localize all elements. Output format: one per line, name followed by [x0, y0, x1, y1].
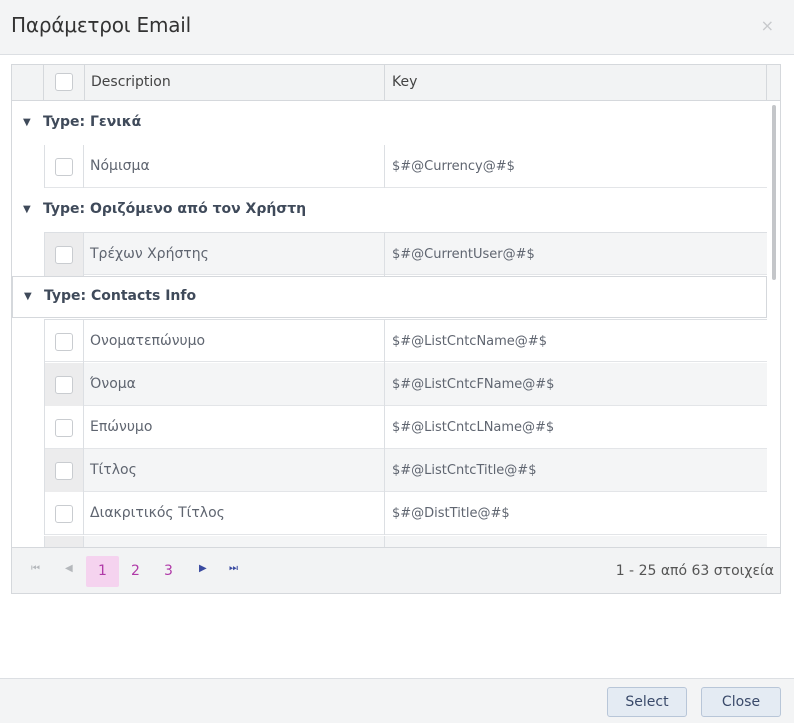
row-description: Διακριτικός Τίτλος [90, 505, 225, 521]
row-key: $#@ListCntcFName@#$ [392, 377, 555, 392]
page-button-2[interactable]: 2 [119, 556, 152, 587]
row-key: $#@DistTitle@#$ [392, 506, 510, 521]
pager-info: 1 - 25 από 63 στοιχεία [615, 563, 774, 579]
pager: ⏮ ◀ 1 2 3 ▶ ⏭ 1 - 25 από 63 στοιχεία [12, 547, 780, 593]
table-row[interactable] [44, 536, 767, 547]
parameters-grid: Description Key ▼ Type: Γενικά Νόμισμα $… [11, 64, 781, 594]
prev-page-icon[interactable]: ◀ [65, 563, 73, 574]
row-description: Επώνυμο [90, 419, 153, 435]
table-row[interactable]: Όνομα $#@ListCntcFName@#$ [44, 363, 767, 406]
last-page-icon[interactable]: ⏭ [229, 563, 238, 574]
group-label: Type: Γενικά [43, 114, 142, 130]
row-description: Τίτλος [90, 462, 137, 478]
dialog-title: Παράμετροι Email [11, 13, 192, 37]
row-key: $#@ListCntcName@#$ [392, 334, 547, 349]
cell-separator [384, 492, 385, 535]
row-description: Ονοματεπώνυμο [90, 333, 206, 349]
page-button-3[interactable]: 3 [152, 556, 185, 587]
row-checkbox[interactable] [55, 376, 73, 394]
row-checkbox-cell [44, 449, 84, 492]
dialog-titlebar: Παράμετροι Email × [0, 0, 794, 55]
header-separator [84, 65, 85, 100]
row-checkbox[interactable] [55, 333, 73, 351]
cell-separator [384, 449, 385, 492]
row-checkbox[interactable] [55, 462, 73, 480]
page-button-1[interactable]: 1 [86, 556, 119, 587]
row-key: $#@ListCntcTitle@#$ [392, 463, 537, 478]
row-description: Όνομα [90, 376, 136, 392]
row-checkbox[interactable] [55, 419, 73, 437]
column-header-description[interactable]: Description [91, 65, 171, 100]
collapse-arrow-icon[interactable]: ▼ [23, 117, 31, 128]
group-row-general[interactable]: ▼ Type: Γενικά [12, 101, 767, 145]
row-checkbox[interactable] [55, 505, 73, 523]
group-row-contacts-info[interactable]: ▼ Type: Contacts Info [12, 276, 767, 318]
row-checkbox-cell [44, 492, 84, 535]
group-label: Type: Οριζόμενο από τον Χρήστη [43, 201, 307, 217]
collapse-arrow-icon[interactable]: ▼ [24, 291, 32, 302]
header-separator [766, 65, 767, 100]
cell-separator [384, 145, 385, 188]
table-row[interactable]: Επώνυμο $#@ListCntcLName@#$ [44, 406, 767, 449]
cell-separator [384, 233, 385, 276]
grid-header: Description Key [12, 65, 780, 101]
row-description: Νόμισμα [90, 158, 150, 174]
row-checkbox-cell [44, 406, 84, 449]
row-checkbox-cell [44, 233, 84, 276]
row-key: $#@CurrentUser@#$ [392, 247, 535, 262]
email-parameters-dialog: Παράμετροι Email × Description Key ▼ Typ… [0, 0, 794, 723]
row-checkbox-cell [44, 363, 84, 406]
table-row[interactable]: Τίτλος $#@ListCntcTitle@#$ [44, 449, 767, 492]
column-header-key[interactable]: Key [392, 65, 417, 100]
select-all-checkbox[interactable] [55, 73, 73, 91]
collapse-arrow-icon[interactable]: ▼ [23, 204, 31, 215]
row-checkbox[interactable] [55, 158, 73, 176]
table-row[interactable]: Νόμισμα $#@Currency@#$ [44, 145, 767, 188]
row-description: Τρέχων Χρήστης [90, 246, 209, 262]
dialog-footer: Select Close [0, 678, 794, 723]
row-checkbox-cell [44, 320, 84, 363]
row-key: $#@ListCntcLName@#$ [392, 420, 555, 435]
row-checkbox[interactable] [55, 246, 73, 264]
cell-separator [384, 536, 385, 547]
vertical-scrollbar[interactable] [772, 105, 776, 280]
grid-body: ▼ Type: Γενικά Νόμισμα $#@Currency@#$ ▼ … [12, 101, 767, 547]
row-checkbox-cell [44, 536, 84, 547]
table-row[interactable]: Διακριτικός Τίτλος $#@DistTitle@#$ [44, 492, 767, 535]
row-checkbox-cell [44, 145, 84, 188]
row-key: $#@Currency@#$ [392, 159, 515, 174]
group-row-user-defined[interactable]: ▼ Type: Οριζόμενο από τον Χρήστη [12, 188, 767, 232]
table-row[interactable]: Τρέχων Χρήστης $#@CurrentUser@#$ [44, 232, 767, 276]
header-separator [384, 65, 385, 100]
group-label: Type: Contacts Info [44, 288, 197, 304]
next-page-icon[interactable]: ▶ [199, 563, 207, 574]
cell-separator [384, 363, 385, 406]
cell-separator [384, 406, 385, 449]
first-page-icon[interactable]: ⏮ [31, 563, 40, 574]
close-button[interactable]: Close [701, 687, 781, 717]
close-icon[interactable]: × [761, 16, 774, 36]
select-button[interactable]: Select [607, 687, 687, 717]
header-separator [43, 65, 44, 100]
cell-separator [384, 320, 385, 363]
table-row[interactable]: Ονοματεπώνυμο $#@ListCntcName@#$ [44, 319, 767, 363]
